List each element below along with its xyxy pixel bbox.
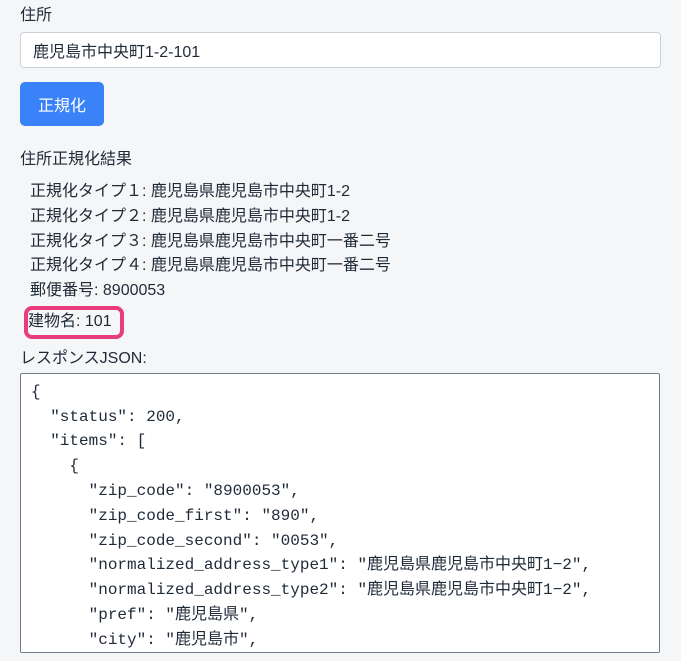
result-type3: 正規化タイプ３: 鹿児島県鹿児島市中央町一番二号 [30, 230, 661, 255]
result-zip-label: 郵便番号: [30, 282, 98, 299]
result-type4-label: 正規化タイプ４: [30, 257, 146, 274]
building-highlight: 建物名: 101 [24, 306, 124, 339]
form-container: 住所 正規化 住所正規化結果 正規化タイプ１: 鹿児島県鹿児島市中央町1-2 正… [0, 0, 681, 661]
result-building-value: 101 [85, 313, 112, 330]
result-zip-value: 8900053 [103, 282, 165, 299]
result-type1-value: 鹿児島県鹿児島市中央町1-2 [151, 183, 350, 200]
result-type1: 正規化タイプ１: 鹿児島県鹿児島市中央町1-2 [30, 180, 661, 205]
result-type2-label: 正規化タイプ２: [30, 208, 146, 225]
response-json[interactable] [20, 373, 660, 653]
result-type2-value: 鹿児島県鹿児島市中央町1-2 [151, 208, 350, 225]
result-type3-label: 正規化タイプ３: [30, 233, 146, 250]
json-label: レスポンスJSON: [20, 347, 661, 371]
address-input[interactable] [20, 32, 661, 68]
result-type2: 正規化タイプ２: 鹿児島県鹿児島市中央町1-2 [30, 205, 661, 230]
address-label: 住所 [20, 4, 661, 28]
result-building-label: 建物名: [28, 313, 80, 330]
result-type3-value: 鹿児島県鹿児島市中央町一番二号 [151, 233, 391, 250]
normalize-button[interactable]: 正規化 [20, 82, 104, 126]
result-building: 建物名: 101 [30, 304, 661, 339]
result-type4-value: 鹿児島県鹿児島市中央町一番二号 [151, 257, 391, 274]
result-type1-label: 正規化タイプ１: [30, 183, 146, 200]
result-zip: 郵便番号: 8900053 [30, 279, 661, 304]
result-type4: 正規化タイプ４: 鹿児島県鹿児島市中央町一番二号 [30, 254, 661, 279]
results-block: 正規化タイプ１: 鹿児島県鹿児島市中央町1-2 正規化タイプ２: 鹿児島県鹿児島… [20, 180, 661, 339]
result-header: 住所正規化結果 [20, 148, 661, 172]
